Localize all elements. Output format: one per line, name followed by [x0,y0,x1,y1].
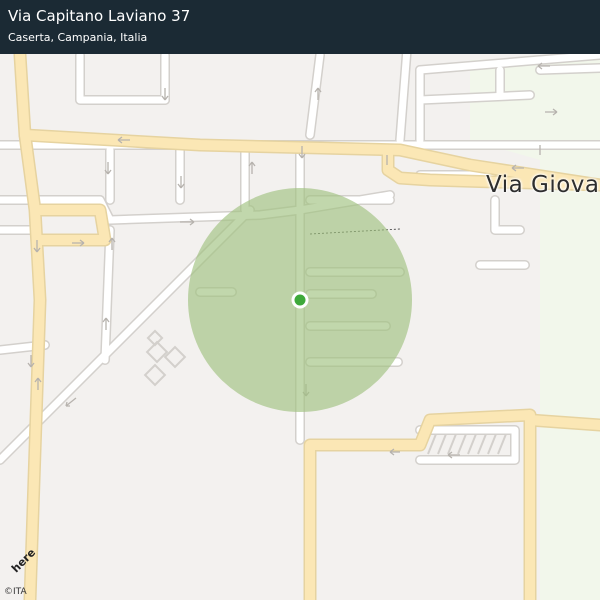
map-canvas[interactable] [0,0,600,600]
address-title: Via Capitano Laviano 37 [8,7,191,25]
street-label: Via Giova [486,172,600,198]
address-header: Via Capitano Laviano 37 Caserta, Campani… [0,0,600,54]
map-copyright: ©ITA [4,587,27,597]
map-view[interactable]: Via Giova Via Capitano Laviano 37 Casert… [0,0,600,600]
address-subtitle: Caserta, Campania, Italia [8,31,148,44]
location-marker-icon[interactable] [294,294,306,306]
